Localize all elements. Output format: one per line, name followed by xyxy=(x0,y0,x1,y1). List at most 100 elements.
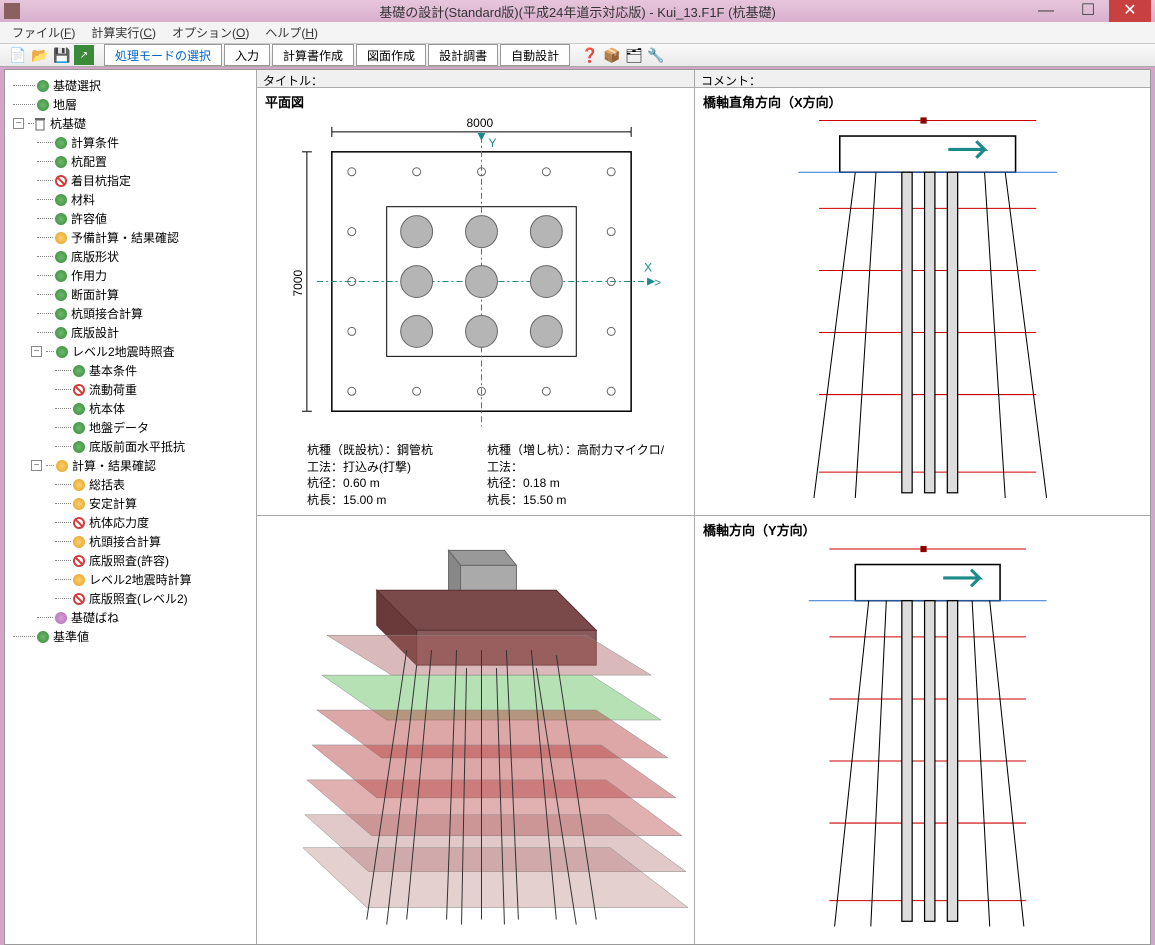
settings-icon[interactable]: 🔧 xyxy=(646,45,666,65)
input-button[interactable]: 入力 xyxy=(224,44,270,66)
tree-item[interactable]: 杭体応力度 xyxy=(89,514,149,531)
dot-icon xyxy=(73,365,85,377)
tree-item[interactable]: 断面計算 xyxy=(71,286,119,303)
maximize-button[interactable]: ☐ xyxy=(1067,0,1109,22)
save-icon[interactable]: 💾 xyxy=(52,45,72,65)
dot-icon xyxy=(55,308,67,320)
new-icon[interactable]: 📄 xyxy=(8,45,28,65)
tree-item[interactable]: 杭基礎 xyxy=(50,115,86,132)
tree-collapse-icon[interactable]: − xyxy=(31,460,42,471)
tree-item[interactable]: 材料 xyxy=(71,191,95,208)
prohibit-icon xyxy=(73,384,85,396)
auto-design-button[interactable]: 自動設計 xyxy=(500,44,570,66)
dot-icon xyxy=(55,137,67,149)
tree-item[interactable]: レベル2地震時計算 xyxy=(89,571,192,588)
tree-item[interactable]: 許容値 xyxy=(71,210,107,227)
dot-icon xyxy=(55,232,67,244)
dot-icon xyxy=(73,536,85,548)
tree-item[interactable]: 安定計算 xyxy=(89,495,137,512)
dot-icon xyxy=(37,80,49,92)
export-icon[interactable]: ↗ xyxy=(74,45,94,65)
elevation-y-view[interactable]: 橋軸方向（Y方向） xyxy=(695,516,1150,944)
tree-item[interactable]: 杭本体 xyxy=(89,400,125,417)
tree-collapse-icon[interactable]: − xyxy=(31,346,42,357)
plan-view[interactable]: 平面図 Y X > 8 xyxy=(257,88,695,516)
comment-label: コメント： xyxy=(695,70,1150,87)
prohibit-icon xyxy=(73,517,85,529)
dot-icon xyxy=(73,403,85,415)
dot-icon xyxy=(56,346,68,358)
tree-panel[interactable]: 基礎選択 地層 − 杭基礎 計算条件 杭配置 着目杭指定 材料 許容値 予備計算・… xyxy=(5,70,257,944)
dot-icon xyxy=(55,194,67,206)
minimize-button[interactable]: — xyxy=(1025,0,1067,22)
design-book-button[interactable]: 設計調書 xyxy=(428,44,498,66)
tree-item[interactable]: 作用力 xyxy=(71,267,107,284)
tree-item[interactable]: 底版設計 xyxy=(71,324,119,341)
prohibit-icon xyxy=(55,175,67,187)
menu-help[interactable]: ヘルプ(H) xyxy=(259,22,324,43)
menu-file[interactable]: ファイル(F) xyxy=(6,22,81,43)
svg-text:X: X xyxy=(644,261,652,275)
tree-item[interactable]: 基本条件 xyxy=(89,362,137,379)
dot-icon xyxy=(55,612,67,624)
tree-item[interactable]: 予備計算・結果確認 xyxy=(71,229,179,246)
dot-icon xyxy=(73,441,85,453)
tree-item[interactable]: 流動荷重 xyxy=(89,381,137,398)
titlebar: 基礎の設計(Standard版)(平成24年道示対応版) - Kui_13.F1… xyxy=(0,0,1155,22)
menu-calc[interactable]: 計算実行(C) xyxy=(85,22,162,43)
help-icon[interactable]: ❓ xyxy=(580,45,600,65)
tree-item[interactable]: レベル2地震時照査 xyxy=(72,343,175,360)
info-icon[interactable]: 🗂 xyxy=(624,45,644,65)
tree-item[interactable]: 地盤データ xyxy=(89,419,149,436)
tree-item[interactable]: 杭配置 xyxy=(71,153,107,170)
elev-y-title: 橋軸方向（Y方向） xyxy=(703,520,816,539)
report-button[interactable]: 計算書作成 xyxy=(272,44,354,66)
plan-info-left: 杭種（既設杭）：鋼管杭工法：打込み(打撃)杭径：0.60 m杭長：15.00 m xyxy=(307,442,433,509)
menubar: ファイル(F) 計算実行(C) オプション(O) ヘルプ(H) xyxy=(0,22,1155,43)
cube-icon[interactable]: 📦 xyxy=(602,45,622,65)
tree-item[interactable]: 基礎選択 xyxy=(53,77,101,94)
svg-text:>: > xyxy=(654,276,661,290)
tree-item[interactable]: 底版照査(許容) xyxy=(89,552,169,569)
tree-item[interactable]: 底版照査(レベル2) xyxy=(89,590,188,607)
tree-item[interactable]: 底版形状 xyxy=(71,248,119,265)
elevation-x-view[interactable]: 橋軸直角方向（X方向） xyxy=(695,88,1150,516)
tree-item[interactable]: 基準値 xyxy=(53,628,89,645)
dot-icon xyxy=(55,251,67,263)
dot-icon xyxy=(55,289,67,301)
dot-icon xyxy=(55,327,67,339)
iso-drawing xyxy=(257,516,694,944)
tree-item[interactable]: 杭頭接合計算 xyxy=(71,305,143,322)
dot-icon xyxy=(55,270,67,282)
close-button[interactable]: ✕ xyxy=(1109,0,1151,22)
plan-title: 平面図 xyxy=(265,92,304,111)
dot-icon xyxy=(37,99,49,111)
tree-item[interactable]: 杭頭接合計算 xyxy=(89,533,161,550)
tree-collapse-icon[interactable]: − xyxy=(13,118,24,129)
dot-icon xyxy=(56,460,68,472)
tree-item[interactable]: 着目杭指定 xyxy=(71,172,131,189)
open-icon[interactable]: 📂 xyxy=(30,45,50,65)
tree-item[interactable]: 地層 xyxy=(53,96,77,113)
dot-icon xyxy=(73,498,85,510)
tree-item[interactable]: 計算・結果確認 xyxy=(72,457,156,474)
prohibit-icon xyxy=(73,555,85,567)
dot-icon xyxy=(55,213,67,225)
window-title: 基礎の設計(Standard版)(平成24年道示対応版) - Kui_13.F1… xyxy=(0,2,1155,21)
folder-icon xyxy=(34,117,46,131)
tree-item[interactable]: 基礎ばね xyxy=(71,609,119,626)
tree-item[interactable]: 計算条件 xyxy=(71,134,119,151)
tree-item[interactable]: 底版前面水平抵抗 xyxy=(89,438,185,455)
iso-view[interactable] xyxy=(257,516,695,944)
elev-x-drawing xyxy=(695,88,1150,515)
dot-icon xyxy=(73,574,85,586)
view-header: タイトル： コメント： xyxy=(257,70,1150,88)
mode-select-button[interactable]: 処理モードの選択 xyxy=(104,44,222,66)
tree-item[interactable]: 総括表 xyxy=(89,476,125,493)
drawing-button[interactable]: 図面作成 xyxy=(356,44,426,66)
svg-text:Y: Y xyxy=(488,136,496,150)
plan-info-right: 杭種（増し杭）：高耐力マイクロ/工法：杭径：0.18 m杭長：15.50 m xyxy=(487,442,664,509)
dot-icon xyxy=(37,631,49,643)
menu-options[interactable]: オプション(O) xyxy=(166,22,255,43)
title-label: タイトル： xyxy=(257,70,695,87)
